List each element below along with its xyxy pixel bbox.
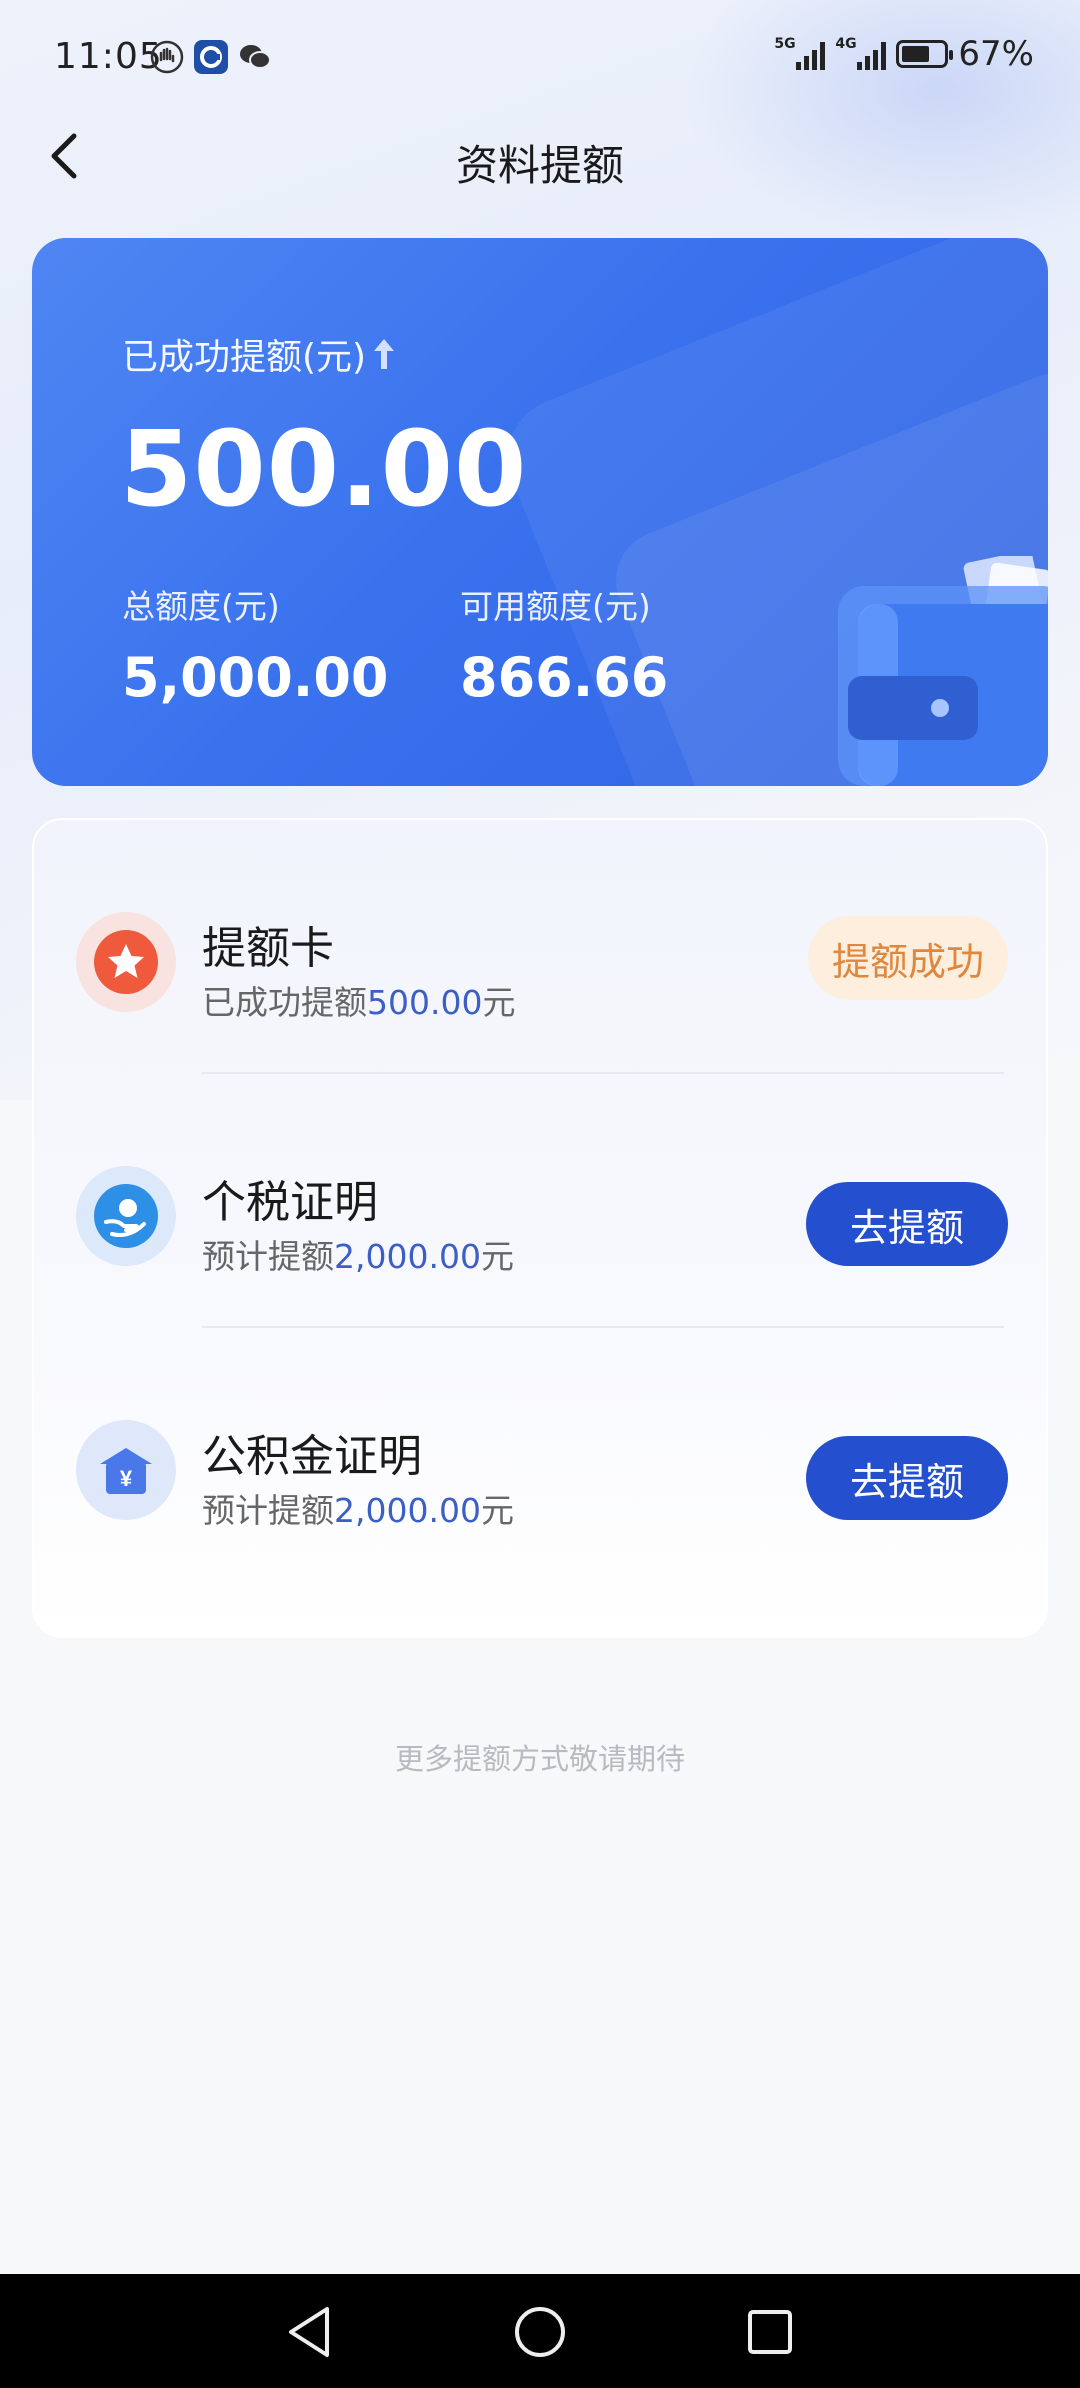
- signal-5g-icon: 5G: [774, 36, 826, 70]
- signal-2-label: 4G: [835, 36, 857, 52]
- list-item-tax-certificate: 个税证明 预计提额2,000.00元 去提额: [34, 1126, 1050, 1286]
- nav-home-button[interactable]: [512, 2304, 568, 2360]
- increase-amount: 500.00: [120, 408, 528, 530]
- svg-text:¥: ¥: [120, 1466, 133, 1491]
- item-description: 预计提额2,000.00元: [202, 1230, 514, 1278]
- desc-suffix: 元: [480, 1491, 514, 1530]
- battery-icon: [896, 40, 954, 68]
- arrow-up-icon: [374, 339, 395, 369]
- wallet-illustration: [838, 556, 1048, 786]
- hand-coin-icon: [76, 1166, 176, 1266]
- desc-suffix: 元: [480, 1237, 514, 1276]
- signal-4g-icon: 4G: [835, 36, 887, 70]
- bank-app-icon: [194, 40, 228, 74]
- list-item-increase-card: 提额卡 已成功提额500.00元 提额成功: [34, 872, 1050, 1032]
- list-item-housing-fund: ¥ 公积金证明 预计提额2,000.00元 去提额: [34, 1380, 1050, 1540]
- available-limit-value: 866.66: [460, 646, 669, 709]
- desc-prefix: 已成功提额: [202, 983, 367, 1022]
- nav-recents-button[interactable]: [742, 2304, 798, 2360]
- item-description: 已成功提额500.00元: [202, 976, 515, 1024]
- divider: [202, 1326, 1004, 1328]
- footer-note: 更多提额方式敬请期待: [394, 1742, 685, 1776]
- system-status: 5G 4G 67%: [774, 34, 1034, 74]
- available-limit: 可用额度(元) 866.66: [460, 580, 668, 709]
- increase-label: 已成功提额(元): [122, 328, 396, 380]
- square-recents-icon: [748, 2310, 792, 2354]
- hand-notification-icon: [150, 40, 184, 74]
- battery-text: 67%: [958, 34, 1034, 74]
- nav-back-button[interactable]: [282, 2304, 338, 2360]
- desc-amount: 2,000.00: [334, 1491, 481, 1530]
- total-limit-value: 5,000.00: [122, 646, 389, 709]
- increase-label-text: 已成功提额(元): [122, 337, 367, 378]
- triangle-back-icon: [289, 2307, 329, 2357]
- circle-home-icon: [515, 2307, 565, 2357]
- divider: [202, 1072, 1004, 1074]
- battery-fill: [902, 46, 930, 62]
- total-limit-label: 总额度(元): [122, 587, 280, 626]
- desc-suffix: 元: [482, 983, 516, 1022]
- desc-amount: 500.00: [367, 983, 483, 1022]
- house-yuan-icon: ¥: [76, 1420, 176, 1520]
- page-title: 资料提额: [455, 141, 624, 190]
- notification-icons: [150, 40, 272, 74]
- housing-fund-increase-button[interactable]: 去提额: [805, 1436, 1008, 1520]
- item-title: 提额卡: [202, 923, 334, 974]
- increase-success-badge: 提额成功: [807, 916, 1008, 1000]
- total-limit: 总额度(元) 5,000.00: [122, 580, 388, 709]
- desc-amount: 2,000.00: [334, 1237, 481, 1276]
- system-nav-bar: [0, 2274, 1080, 2388]
- available-limit-label: 可用额度(元): [460, 587, 651, 626]
- status-time: 11:05: [54, 36, 163, 77]
- star-badge-icon: [76, 912, 176, 1012]
- signal-1-label: 5G: [774, 36, 796, 52]
- desc-prefix: 预计提额: [202, 1491, 334, 1530]
- status-bar: 11:05 5G 4G 67%: [0, 0, 1080, 120]
- item-title: 公积金证明: [202, 1431, 422, 1482]
- desc-prefix: 预计提额: [202, 1237, 334, 1276]
- item-title: 个税证明: [202, 1177, 378, 1228]
- increase-methods-card: 提额卡 已成功提额500.00元 提额成功 个税证明 预计提额2,000.00元…: [32, 818, 1048, 1638]
- tax-increase-button[interactable]: 去提额: [805, 1182, 1008, 1266]
- credit-summary-card: 已成功提额(元) 500.00 总额度(元) 5,000.00 可用额度(元) …: [32, 238, 1048, 786]
- wechat-icon: [238, 40, 272, 74]
- item-description: 预计提额2,000.00元: [202, 1484, 514, 1532]
